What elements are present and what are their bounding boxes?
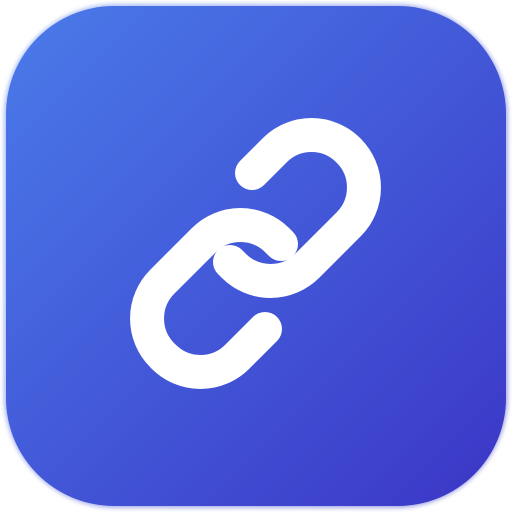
- icon-canvas: [0, 0, 512, 512]
- icon-background: [6, 6, 506, 506]
- link-app-icon[interactable]: [0, 0, 512, 512]
